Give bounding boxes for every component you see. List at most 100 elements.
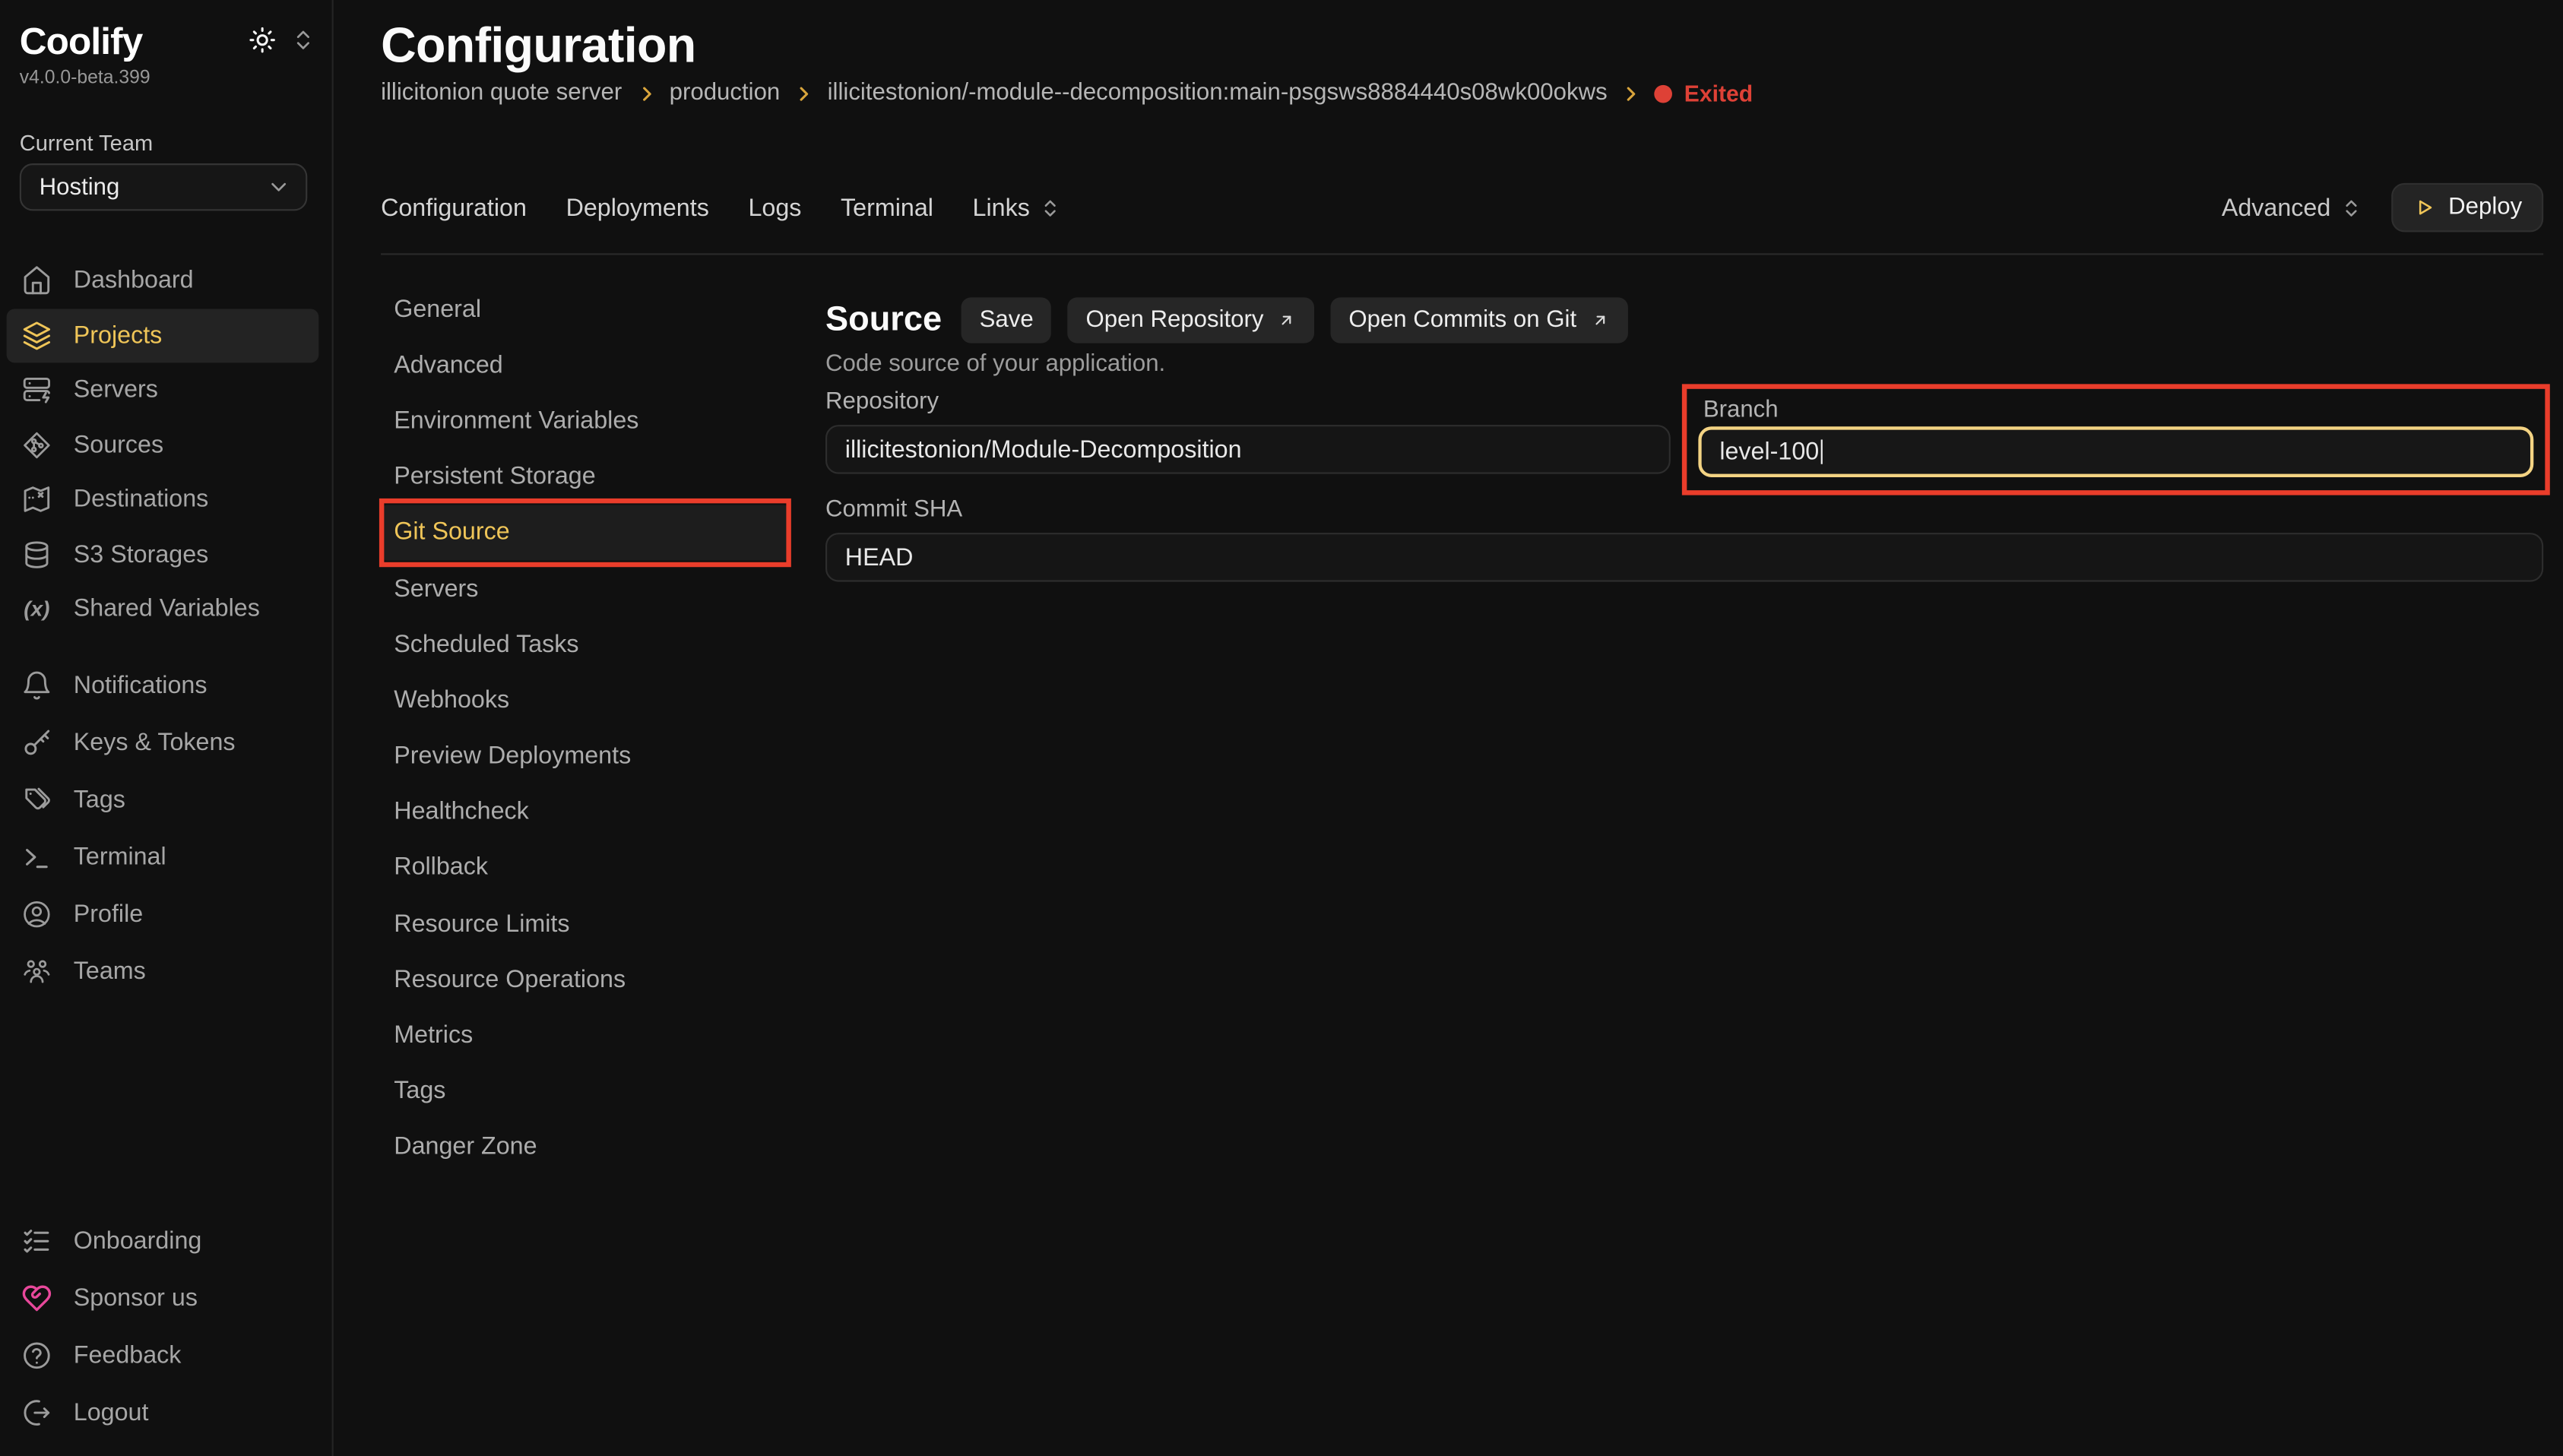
repository-field-group: Repository illicitestonion/Module-Decomp… xyxy=(825,389,1671,474)
subnav-item-scheduled-tasks[interactable]: Scheduled Tasks xyxy=(381,616,790,673)
subnav-item-resource-operations[interactable]: Resource Operations xyxy=(381,951,790,1008)
logout-icon xyxy=(21,1397,52,1429)
variables-icon: (x) xyxy=(21,597,52,621)
sidebar-item-onboarding[interactable]: Onboarding xyxy=(0,1213,332,1270)
sidebar-item-destinations[interactable]: Destinations xyxy=(0,472,332,527)
sidebar-nav-bottom: Onboarding Sponsor us Feedback Logout xyxy=(0,1213,332,1442)
subnav-item-advanced[interactable]: Advanced xyxy=(381,337,790,393)
subnav-item-git-source[interactable]: Git Source xyxy=(381,505,790,561)
main-area: Configuration illicitonion quote server … xyxy=(334,0,2563,1456)
team-select[interactable]: Hosting xyxy=(20,163,307,210)
subnav-item-danger-zone[interactable]: Danger Zone xyxy=(381,1119,790,1176)
sidebar-item-sources[interactable]: Sources xyxy=(0,417,332,472)
play-icon xyxy=(2413,196,2435,219)
branch-input[interactable]: level-100 xyxy=(1698,426,2533,477)
chevron-right-icon xyxy=(793,83,814,104)
breadcrumb-environment[interactable]: production xyxy=(670,80,781,106)
sidebar-item-sponsor-us[interactable]: Sponsor us xyxy=(0,1270,332,1327)
tab-terminal[interactable]: Terminal xyxy=(841,194,933,222)
tab-deployments[interactable]: Deployments xyxy=(566,194,709,222)
sidebar-item-teams[interactable]: Teams xyxy=(0,943,332,1000)
help-circle-icon xyxy=(21,1340,52,1371)
current-team-label: Current Team xyxy=(20,131,153,155)
chevrons-up-down-icon xyxy=(2340,197,2362,218)
subnav-item-environment-variables[interactable]: Environment Variables xyxy=(381,393,790,449)
repository-value: illicitestonion/Module-Decomposition xyxy=(845,435,1242,464)
sidebar-item-label: Dashboard xyxy=(74,267,194,295)
users-icon xyxy=(21,956,52,987)
sidebar-item-label: Notifications xyxy=(74,672,208,700)
map-icon xyxy=(21,484,52,515)
source-panel: Source Save Open Repository Open Commits… xyxy=(825,278,2543,1456)
sidebar-item-keys-tokens[interactable]: Keys & Tokens xyxy=(0,714,332,771)
chevron-right-icon xyxy=(1620,83,1642,104)
home-icon xyxy=(21,265,52,296)
sidebar-item-s3-storages[interactable]: S3 Storages xyxy=(0,527,332,582)
sidebar-item-tags[interactable]: Tags xyxy=(0,771,332,828)
sidebar-item-notifications[interactable]: Notifications xyxy=(0,657,332,714)
tabs-row: Configuration Deployments Logs Terminal … xyxy=(381,183,2543,233)
sidebar-item-label: S3 Storages xyxy=(74,540,209,568)
advanced-menu[interactable]: Advanced xyxy=(2222,194,2362,222)
subnav-item-persistent-storage[interactable]: Persistent Storage xyxy=(381,448,790,505)
chevron-down-icon xyxy=(267,175,291,199)
deploy-button[interactable]: Deploy xyxy=(2391,183,2543,233)
sidebar-item-label: Terminal xyxy=(74,844,166,872)
sun-icon[interactable] xyxy=(249,26,277,54)
sidebar-item-dashboard[interactable]: Dashboard xyxy=(0,253,332,308)
sidebar-item-profile[interactable]: Profile xyxy=(0,886,332,943)
commit-sha-value: HEAD xyxy=(845,543,914,571)
bell-icon xyxy=(21,670,52,701)
arrow-up-right-icon xyxy=(1589,311,1609,331)
sidebar-item-label: Shared Variables xyxy=(74,595,260,623)
breadcrumb-project[interactable]: illicitonion quote server xyxy=(381,80,622,106)
sidebar-nav-primary: Dashboard Projects Servers Sources Desti… xyxy=(0,253,332,636)
chevron-right-icon xyxy=(635,83,656,104)
user-circle-icon xyxy=(21,899,52,930)
annotation-box-branch: Branch level-100 xyxy=(1682,384,2550,495)
sidebar-item-projects[interactable]: Projects xyxy=(7,308,319,362)
breadcrumb-application[interactable]: illicitestonion/-module--decomposition:m… xyxy=(828,80,1608,106)
open-repository-button[interactable]: Open Repository xyxy=(1068,297,1314,343)
subnav-item-healthcheck[interactable]: Healthcheck xyxy=(381,784,790,840)
subnav-item-rollback[interactable]: Rollback xyxy=(381,840,790,896)
chevrons-up-down-icon xyxy=(1040,197,1061,218)
key-icon xyxy=(21,727,52,758)
app-logo[interactable]: Coolify xyxy=(20,21,143,61)
commit-sha-input[interactable]: HEAD xyxy=(825,533,2543,582)
sidebar: Coolify v4.0.0-beta.399 Current Team Hos… xyxy=(0,0,334,1456)
open-commits-button[interactable]: Open Commits on Git xyxy=(1331,297,1627,343)
subnav-item-resource-limits[interactable]: Resource Limits xyxy=(381,896,790,952)
repository-input[interactable]: illicitestonion/Module-Decomposition xyxy=(825,425,1671,474)
tab-configuration[interactable]: Configuration xyxy=(381,194,527,222)
branch-label: Branch xyxy=(1703,397,1779,423)
subnav-item-metrics[interactable]: Metrics xyxy=(381,1008,790,1064)
sidebar-item-label: Teams xyxy=(74,957,146,986)
git-branch-icon xyxy=(21,429,52,461)
subnav-item-general[interactable]: General xyxy=(381,281,790,337)
team-select-value: Hosting xyxy=(40,174,120,200)
sidebar-item-label: Servers xyxy=(74,376,158,404)
subnav-item-servers[interactable]: Servers xyxy=(381,560,790,616)
sidebar-item-servers[interactable]: Servers xyxy=(0,362,332,417)
section-description: Code source of your application. xyxy=(825,351,1165,377)
tags-icon xyxy=(21,784,52,815)
sidebar-item-terminal[interactable]: Terminal xyxy=(0,828,332,885)
repository-label: Repository xyxy=(825,389,1671,415)
tab-links[interactable]: Links xyxy=(973,194,1061,222)
sidebar-item-logout[interactable]: Logout xyxy=(0,1384,332,1441)
tab-logs[interactable]: Logs xyxy=(748,194,801,222)
breadcrumb: illicitonion quote server production ill… xyxy=(381,80,1753,106)
subnav-item-preview-deployments[interactable]: Preview Deployments xyxy=(381,728,790,784)
commit-sha-label: Commit SHA xyxy=(825,497,2543,523)
text-caret xyxy=(1820,439,1823,464)
settings-subnav: General Advanced Environment Variables P… xyxy=(381,281,790,1175)
sidebar-item-feedback[interactable]: Feedback xyxy=(0,1327,332,1384)
subnav-item-webhooks[interactable]: Webhooks xyxy=(381,673,790,729)
arrow-up-right-icon xyxy=(1277,311,1297,331)
subnav-item-tags[interactable]: Tags xyxy=(381,1063,790,1119)
save-button[interactable]: Save xyxy=(962,297,1051,343)
terminal-icon xyxy=(21,842,52,873)
chevrons-up-down-icon[interactable] xyxy=(291,28,315,52)
sidebar-item-shared-variables[interactable]: (x) Shared Variables xyxy=(0,582,332,637)
